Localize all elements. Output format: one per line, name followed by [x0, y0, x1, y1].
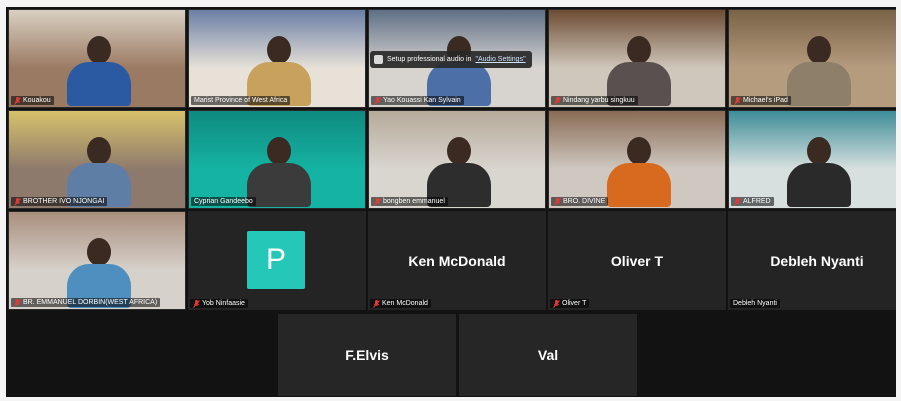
participant-tile[interactable]: bongben emmanuel: [368, 110, 546, 209]
mic-muted-icon: [734, 197, 741, 206]
participant-name: Oliver T: [562, 300, 587, 307]
participant-tile[interactable]: Michael's iPad: [728, 9, 896, 108]
mic-muted-icon: [14, 96, 21, 105]
participant-head: [267, 36, 291, 64]
participant-nameplate: BRO. DIVINE: [551, 197, 609, 206]
participant-name: BRO. DIVINE: [563, 198, 606, 205]
mic-muted-icon: [14, 298, 21, 307]
participant-tile[interactable]: Nindang yarbu singkuu: [548, 9, 726, 108]
participant-name: Yao Kouassi Kan Sylvain: [383, 97, 461, 104]
participant-name: Val: [537, 347, 559, 363]
participant-tile[interactable]: Marist Province of West Africa: [188, 9, 366, 108]
participant-tile[interactable]: BROTHER IVO NJONGAI: [8, 110, 186, 209]
participant-name: Yob Ninfaasie: [202, 300, 245, 307]
participant-nameplate: Oliver T: [550, 299, 590, 308]
participant-name: Kouakou: [23, 97, 51, 104]
participant-nameplate: Nindang yarbu singkuu: [551, 96, 638, 105]
participant-body: [787, 62, 851, 106]
mic-muted-icon: [554, 197, 561, 206]
participant-nameplate: Debleh Nyanti: [730, 299, 780, 308]
participant-body: [67, 62, 131, 106]
participant-body: [247, 163, 311, 207]
participant-name: BR. EMMANUEL DORBIN(WEST AFRICA): [23, 299, 158, 306]
mic-muted-icon: [553, 299, 560, 308]
participant-name: Cyprian Gandeebo: [194, 198, 253, 205]
participant-tile[interactable]: Oliver T Oliver T: [548, 211, 726, 310]
mic-muted-icon: [374, 197, 381, 206]
participant-tile[interactable]: Kouakou: [8, 9, 186, 108]
participant-tile[interactable]: P Yob Ninfaasie: [188, 211, 366, 310]
participant-tile[interactable]: Ken McDonald Ken McDonald: [368, 211, 546, 310]
participant-head: [87, 238, 111, 266]
participant-head: [267, 137, 291, 165]
mic-muted-icon: [734, 96, 741, 105]
participant-body: [787, 163, 851, 207]
participant-head: [627, 36, 651, 64]
participant-name: F.Elvis: [345, 347, 389, 363]
participant-head: [447, 137, 471, 165]
audio-icon: [374, 55, 383, 64]
participant-display-name: Oliver T: [610, 252, 664, 269]
participant-display-name: Debleh Nyanti: [770, 252, 864, 269]
participant-nameplate: Yob Ninfaasie: [190, 299, 248, 308]
audio-settings-toast[interactable]: Setup professional audio in "Audio Setti…: [370, 51, 532, 68]
participant-nameplate: bongben emmanuel: [371, 197, 448, 206]
participant-tile[interactable]: Val: [459, 314, 637, 396]
participant-name: Nindang yarbu singkuu: [563, 97, 635, 104]
participant-name: BROTHER IVO NJONGAI: [23, 198, 105, 205]
participant-nameplate: ALFRED: [731, 197, 774, 206]
mic-muted-icon: [14, 197, 21, 206]
meeting-screen: Kouakou Marist Province of West Africa Yao…: [6, 7, 896, 397]
mic-muted-icon: [373, 299, 380, 308]
participant-tile[interactable]: Cyprian Gandeebo: [188, 110, 366, 209]
participant-name: Michael's iPad: [743, 97, 788, 104]
participant-nameplate: BR. EMMANUEL DORBIN(WEST AFRICA): [11, 298, 161, 307]
participant-name: Debleh Nyanti: [733, 300, 777, 307]
mic-muted-icon: [374, 96, 381, 105]
participant-head: [87, 36, 111, 64]
participant-nameplate: BROTHER IVO NJONGAI: [11, 197, 108, 206]
toast-text: Setup professional audio in: [387, 56, 472, 63]
participant-head: [807, 36, 831, 64]
participant-nameplate: Kouakou: [11, 96, 54, 105]
participant-name: Ken McDonald: [382, 300, 428, 307]
participant-tile[interactable]: BR. EMMANUEL DORBIN(WEST AFRICA): [8, 211, 186, 310]
participant-tile[interactable]: F.Elvis: [278, 314, 456, 396]
participant-name: ALFRED: [743, 198, 771, 205]
participant-tile[interactable]: Debleh Nyanti Debleh Nyanti: [728, 211, 896, 310]
participant-nameplate: Cyprian Gandeebo: [191, 197, 256, 206]
bottom-row: F.Elvis Val: [278, 314, 637, 396]
participant-head: [627, 137, 651, 165]
participant-head: [87, 137, 111, 165]
participant-nameplate: Marist Province of West Africa: [191, 96, 291, 105]
participant-name: Marist Province of West Africa: [194, 97, 288, 104]
participant-tile[interactable]: BRO. DIVINE: [548, 110, 726, 209]
participant-display-name: Ken McDonald: [408, 252, 506, 269]
participant-nameplate: Michael's iPad: [731, 96, 791, 105]
participant-body: [607, 163, 671, 207]
participant-name: bongben emmanuel: [383, 198, 445, 205]
participant-nameplate: Ken McDonald: [370, 299, 431, 308]
audio-settings-link[interactable]: "Audio Settings": [475, 56, 525, 63]
avatar: P: [247, 231, 305, 289]
participant-head: [807, 137, 831, 165]
participant-tile[interactable]: ALFRED: [728, 110, 896, 209]
mic-muted-icon: [193, 299, 200, 308]
mic-muted-icon: [554, 96, 561, 105]
participant-nameplate: Yao Kouassi Kan Sylvain: [371, 96, 464, 105]
